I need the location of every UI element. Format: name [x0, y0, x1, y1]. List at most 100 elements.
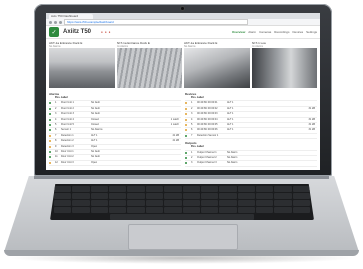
keyboard-key[interactable]	[164, 207, 182, 213]
keyboard-key[interactable]	[72, 200, 90, 206]
camera-tile[interactable]: AKT-1 Loa No Alarms	[251, 41, 317, 88]
keyboard-row	[54, 207, 311, 213]
keyboard-key[interactable]	[200, 207, 219, 213]
keyboard-key[interactable]	[127, 200, 145, 206]
camera-tile[interactable]: AKT-1a Entrance Dock E No Alarms	[49, 41, 115, 88]
menu-item[interactable]: Cameras	[259, 30, 271, 34]
keyboard-key[interactable]	[72, 207, 90, 213]
keyboard-key[interactable]	[255, 193, 274, 199]
keyboard-key[interactable]	[145, 207, 164, 213]
back-icon[interactable]	[49, 20, 52, 24]
cell-label: 00:40:8C:00:00:03	[197, 112, 218, 116]
keyboard-key[interactable]	[255, 207, 274, 213]
menu-item[interactable]: Recordings	[274, 30, 289, 34]
keyboard-key[interactable]	[127, 186, 145, 192]
keyboard-key[interactable]	[72, 186, 90, 192]
menu-item[interactable]: Devices	[292, 30, 303, 34]
status-dot-icon	[185, 118, 187, 121]
browser-tab[interactable]: Axis T50 Dashboard	[49, 13, 93, 19]
main-menu: Overview Alarm Cameras Recordings Devices Set…	[232, 30, 317, 34]
status-dot-icon	[49, 140, 51, 143]
table-row[interactable]: 7 Detection Sensor 1	[185, 134, 317, 140]
menu-item[interactable]: Settings	[306, 30, 317, 34]
keyboard-key[interactable]	[54, 193, 72, 199]
keyboard-key[interactable]	[219, 186, 237, 192]
keyboard-key[interactable]	[182, 207, 200, 213]
keyboard-key[interactable]	[292, 200, 311, 206]
keyboard-key[interactable]	[274, 186, 292, 192]
camera-feed-image[interactable]	[116, 48, 182, 88]
keyboard-key[interactable]	[145, 186, 164, 192]
cell-label: Door Unit 1	[61, 149, 74, 153]
keyboard-key[interactable]	[164, 200, 182, 206]
trackpad[interactable]	[128, 224, 238, 250]
spacebar-key[interactable]	[110, 214, 254, 220]
keyboard-key[interactable]	[164, 193, 182, 199]
keyboard-key[interactable]	[109, 200, 127, 206]
keyboard-key[interactable]	[255, 200, 274, 206]
keyboard-key[interactable]	[164, 186, 182, 192]
keyboard-key[interactable]	[109, 207, 127, 213]
keyboard-key[interactable]	[127, 207, 145, 213]
reload-icon[interactable]	[59, 20, 62, 24]
camera-feed-image[interactable]	[49, 48, 115, 88]
cell-label: Floor Unit 2	[61, 106, 74, 110]
keyboard-key[interactable]	[237, 186, 255, 192]
keyboard-key[interactable]	[292, 186, 311, 192]
camera-feed-image[interactable]	[251, 48, 317, 88]
keyboard-key[interactable]	[182, 200, 200, 206]
table-row[interactable]: 3 Output Channel 3 No Alarm	[185, 161, 317, 167]
alert-icon[interactable]: ●	[109, 30, 111, 34]
cell-label: Output Channel 1	[197, 150, 217, 154]
status-dot-icon	[49, 113, 51, 116]
keyboard-key[interactable]	[54, 200, 72, 206]
keyboard-key[interactable]	[109, 186, 127, 192]
keyboard-key[interactable]	[90, 207, 109, 213]
keyboard-key[interactable]	[72, 193, 90, 199]
keyboard-key[interactable]	[274, 193, 292, 199]
keyboard-key[interactable]	[54, 186, 72, 192]
keyboard-key[interactable]	[54, 207, 72, 213]
keyboard-key[interactable]	[90, 186, 109, 192]
keyboard-key[interactable]	[255, 186, 274, 192]
table-row[interactable]: 12 Door Unit 3 Open	[49, 161, 181, 167]
keyboard-key[interactable]	[90, 200, 109, 206]
keyboard-key[interactable]	[219, 207, 237, 213]
keyboard-key[interactable]	[292, 193, 311, 199]
keyboard-key[interactable]	[274, 200, 292, 206]
keyboard-key[interactable]	[90, 193, 109, 199]
cell-state: ALT 1	[227, 128, 234, 132]
keyboard-key[interactable]	[145, 193, 164, 199]
header-alert-icons: ● ● ●	[101, 30, 110, 34]
cell-state: No fault	[91, 101, 100, 105]
keyboard-key[interactable]	[145, 200, 164, 206]
keyboard-key[interactable]	[237, 200, 255, 206]
alert-icon[interactable]: ●	[101, 30, 103, 34]
address-bar[interactable]: https://axis-t50.example/dashboard	[64, 19, 248, 25]
keyboard-key[interactable]	[237, 207, 255, 213]
webcam-icon	[181, 7, 184, 10]
camera-tile[interactable]: AKT-1a Entrance Dock E No Alarms	[184, 41, 250, 88]
keyboard-key[interactable]	[292, 207, 311, 213]
forward-icon[interactable]	[54, 20, 57, 24]
keyboard-key[interactable]	[219, 200, 237, 206]
menu-item[interactable]: Alarm	[248, 30, 256, 34]
keyboard-key[interactable]	[200, 193, 219, 199]
keyboard-key[interactable]	[127, 193, 145, 199]
cell-state	[227, 134, 249, 138]
camera-tile[interactable]: AKT-1a Entrance Dock E No Alarms	[116, 41, 182, 88]
keyboard-key[interactable]	[109, 193, 127, 199]
camera-feed-image[interactable]	[184, 48, 250, 88]
keyboard-key[interactable]	[200, 200, 219, 206]
cell-state: No Alarms	[91, 128, 103, 132]
keyboard-key[interactable]	[182, 193, 200, 199]
keyboard-key[interactable]	[274, 207, 292, 213]
keyboard-key[interactable]	[237, 193, 255, 199]
keyboard-key[interactable]	[182, 186, 200, 192]
keyboard-key[interactable]	[219, 193, 237, 199]
alert-icon[interactable]: ●	[105, 30, 107, 34]
keyboard-key[interactable]	[200, 186, 219, 192]
status-dot-icon	[185, 113, 187, 116]
cell-value	[249, 134, 317, 138]
menu-item[interactable]: Overview	[232, 30, 245, 34]
